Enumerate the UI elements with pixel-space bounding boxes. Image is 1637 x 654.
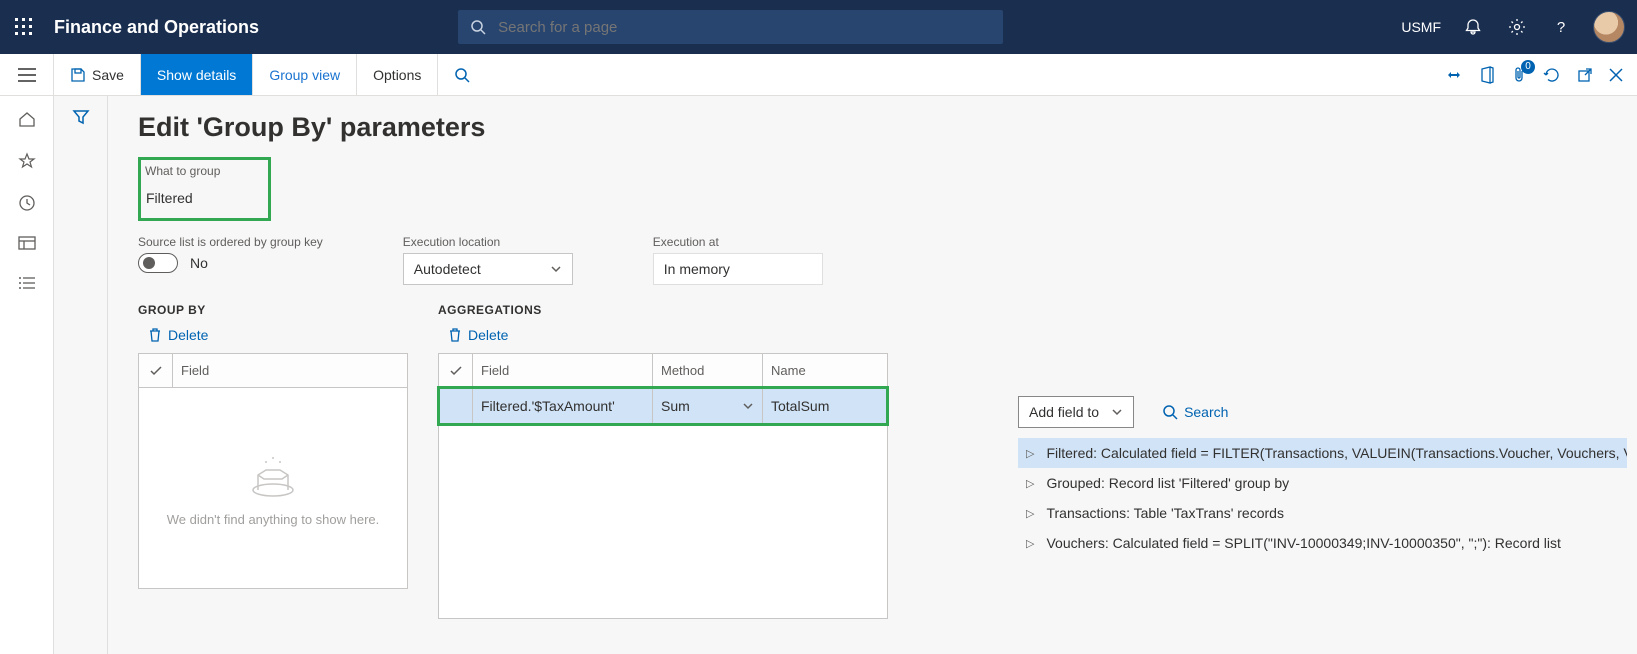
- tree-item-grouped[interactable]: ▷ Grouped: Record list 'Filtered' group …: [1018, 468, 1627, 498]
- company-label[interactable]: USMF: [1401, 19, 1441, 35]
- group-by-empty: We didn't find anything to show here.: [139, 388, 407, 588]
- trash-icon: [148, 327, 162, 343]
- svg-text:?: ?: [1557, 19, 1565, 36]
- aggregations-title: AGGREGATIONS: [438, 303, 888, 317]
- aggregations-delete-button[interactable]: Delete: [448, 327, 888, 343]
- funnel-icon[interactable]: [72, 108, 90, 654]
- agg-select-all[interactable]: [439, 354, 473, 387]
- agg-method-header[interactable]: Method: [653, 354, 763, 387]
- office-icon[interactable]: [1479, 66, 1495, 84]
- exec-at-value[interactable]: In memory: [653, 253, 823, 285]
- bell-icon[interactable]: [1461, 15, 1485, 39]
- agg-row-check[interactable]: [439, 388, 473, 424]
- avatar[interactable]: [1593, 11, 1625, 43]
- top-nav: Finance and Operations USMF ?: [0, 0, 1637, 54]
- waffle-icon[interactable]: [12, 15, 36, 39]
- tree-item-transactions[interactable]: ▷ Transactions: Table 'TaxTrans' records: [1018, 498, 1627, 528]
- agg-row-field[interactable]: Filtered.'$TaxAmount': [473, 388, 653, 424]
- tree-item-vouchers[interactable]: ▷ Vouchers: Calculated field = SPLIT("IN…: [1018, 528, 1627, 558]
- save-button[interactable]: Save: [54, 54, 141, 95]
- recent-icon[interactable]: [18, 194, 36, 212]
- agg-field-header[interactable]: Field: [473, 354, 653, 387]
- attachments-badge: 0: [1521, 60, 1535, 74]
- what-to-group-label: What to group: [145, 164, 220, 178]
- ordered-value: No: [190, 255, 208, 271]
- connector-icon[interactable]: [1445, 68, 1463, 82]
- ordered-toggle[interactable]: [138, 253, 178, 273]
- trash-icon: [448, 327, 462, 343]
- agg-name-header[interactable]: Name: [763, 354, 887, 387]
- group-by-title: GROUP BY: [138, 303, 408, 317]
- search-icon: [470, 19, 486, 35]
- star-icon[interactable]: [18, 152, 36, 170]
- aggregations-grid: Field Method Name Filtered.'$TaxAmount' …: [438, 353, 888, 619]
- hamburger-icon[interactable]: [18, 68, 36, 82]
- exec-loc-select[interactable]: Autodetect: [403, 253, 573, 285]
- search-icon: [1162, 404, 1178, 420]
- popout-icon[interactable]: [1577, 67, 1593, 83]
- close-icon[interactable]: [1609, 68, 1623, 82]
- aggregations-section: AGGREGATIONS Delete Field Method Name: [438, 303, 888, 619]
- filter-column: [54, 96, 108, 654]
- chevron-down-icon: [742, 400, 754, 412]
- left-rail: [0, 96, 54, 654]
- help-icon[interactable]: ?: [1549, 15, 1573, 39]
- workspaces-icon[interactable]: [18, 236, 36, 252]
- agg-row[interactable]: Filtered.'$TaxAmount' Sum TotalSum: [439, 388, 887, 424]
- group-by-select-all[interactable]: [139, 354, 173, 387]
- caret-right-icon: ▷: [1026, 447, 1034, 460]
- add-field-button[interactable]: Add field to: [1018, 396, 1134, 428]
- caret-right-icon: ▷: [1026, 537, 1034, 550]
- agg-row-name[interactable]: TotalSum: [763, 388, 887, 424]
- modules-icon[interactable]: [18, 276, 36, 290]
- group-by-section: GROUP BY Delete Field: [138, 303, 408, 619]
- page-title: Edit 'Group By' parameters: [138, 112, 1637, 143]
- home-icon[interactable]: [18, 110, 36, 128]
- gear-icon[interactable]: [1505, 15, 1529, 39]
- chevron-down-icon: [550, 263, 562, 275]
- group-by-field-header[interactable]: Field: [173, 354, 407, 387]
- exec-loc-label: Execution location: [403, 235, 573, 249]
- what-to-group-value[interactable]: Filtered: [145, 182, 220, 214]
- caret-right-icon: ▷: [1026, 477, 1034, 490]
- refresh-icon[interactable]: [1543, 66, 1561, 84]
- command-bar: Save Show details Group view Options 0: [0, 54, 1637, 96]
- ordered-label: Source list is ordered by group key: [138, 235, 323, 249]
- datasource-panel: Add field to Search ▷ Filtered: Calculat…: [1018, 396, 1627, 558]
- group-view-button[interactable]: Group view: [253, 54, 357, 95]
- global-search[interactable]: [458, 10, 1003, 44]
- exec-at-label: Execution at: [653, 235, 823, 249]
- caret-right-icon: ▷: [1026, 507, 1034, 520]
- options-button[interactable]: Options: [357, 54, 438, 95]
- tree-item-filtered[interactable]: ▷ Filtered: Calculated field = FILTER(Tr…: [1018, 438, 1627, 468]
- save-label: Save: [92, 67, 124, 83]
- show-details-button[interactable]: Show details: [141, 54, 253, 95]
- search-icon: [454, 67, 470, 83]
- group-by-grid: Field We didn't find anything to show he…: [138, 353, 408, 589]
- global-search-input[interactable]: [496, 18, 976, 37]
- search-link[interactable]: Search: [1162, 404, 1228, 420]
- main-content: Edit 'Group By' parameters What to group…: [108, 96, 1637, 654]
- empty-folder-icon: [248, 450, 298, 500]
- app-title: Finance and Operations: [54, 17, 259, 38]
- group-by-delete-button[interactable]: Delete: [148, 327, 408, 343]
- search-command-button[interactable]: [438, 54, 486, 95]
- chevron-down-icon: [1111, 406, 1123, 418]
- agg-row-method[interactable]: Sum: [653, 388, 763, 424]
- save-icon: [70, 67, 86, 83]
- attachments-icon[interactable]: 0: [1511, 66, 1527, 84]
